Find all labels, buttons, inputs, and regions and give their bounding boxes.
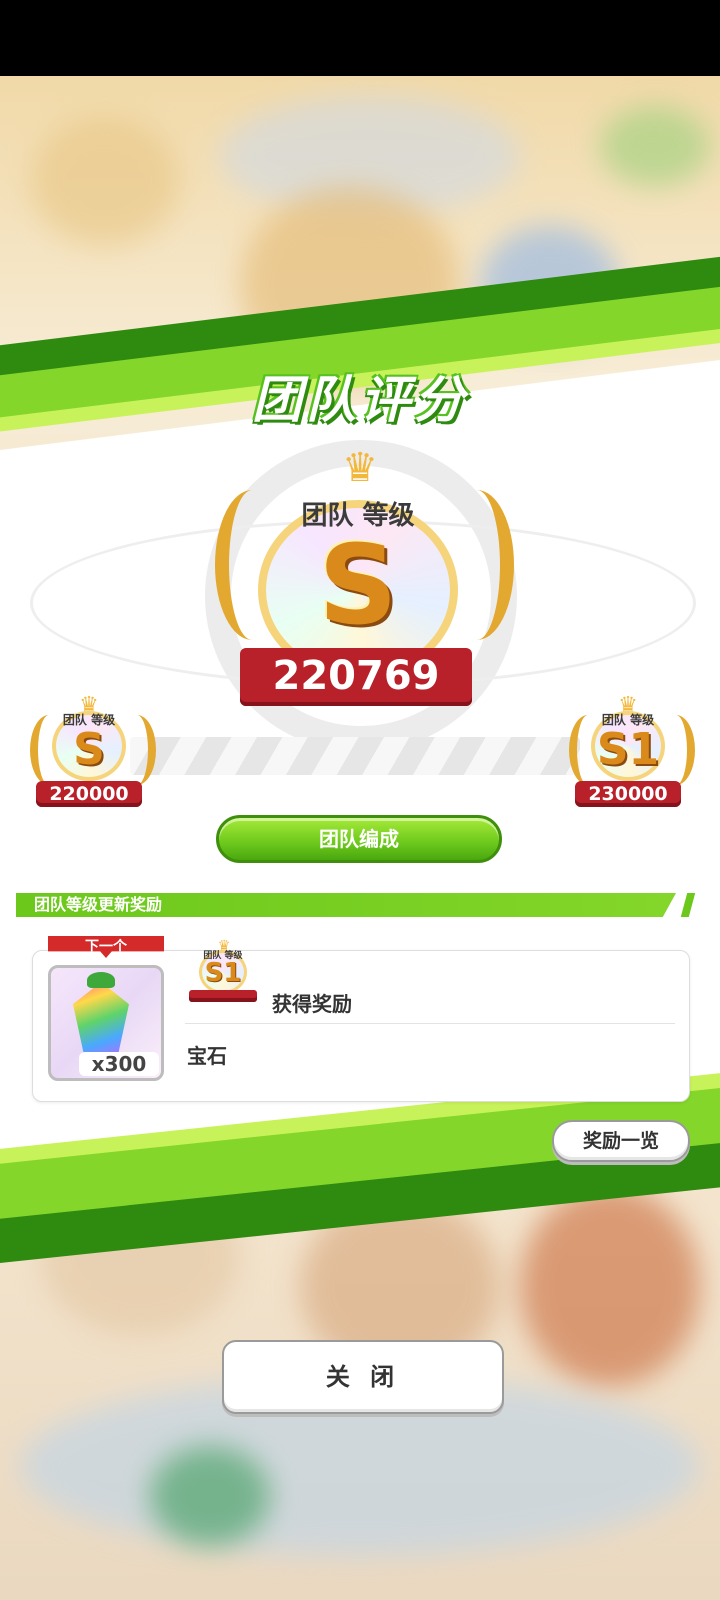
crown-icon: ♛ <box>342 445 378 491</box>
rank-to-badge: ♛ 团队 等级 S1 230000 <box>563 693 695 807</box>
reward-divider <box>185 1023 675 1024</box>
page-title: 团队评分 <box>252 371 468 429</box>
rank-to-score: 230000 <box>575 781 681 807</box>
rank-from-grade: S <box>73 724 105 775</box>
gem-quantity: x300 <box>79 1052 159 1076</box>
reward-title: 获得奖励 <box>272 992 352 1016</box>
close-button[interactable]: 关 闭 <box>222 1340 504 1414</box>
gem-item-slot[interactable]: x300 <box>48 965 164 1081</box>
leaf-icon <box>87 972 115 988</box>
current-score-ribbon: 220769 <box>240 648 472 706</box>
team-formation-button[interactable]: 团队编成 <box>216 815 502 863</box>
reward-section-header: 团队等级更新奖励 <box>16 893 676 917</box>
gem-icon <box>73 982 129 1056</box>
reward-rank-badge: ♛ 团队 等级 S1 <box>185 938 261 1006</box>
reward-item-name: 宝石 <box>187 1044 227 1068</box>
rank-from-badge: ♛ 团队 等级 S 220000 <box>24 693 156 807</box>
reward-rank-ribbon <box>189 990 257 1002</box>
current-rank-grade: S <box>318 521 398 649</box>
status-bar <box>0 0 720 76</box>
reward-list-button[interactable]: 奖励一览 <box>552 1120 690 1162</box>
reward-rank-grade: S1 <box>204 958 242 988</box>
rank-from-score: 220000 <box>36 781 142 807</box>
rank-progress-track <box>130 737 580 775</box>
rank-to-grade: S1 <box>596 724 660 775</box>
